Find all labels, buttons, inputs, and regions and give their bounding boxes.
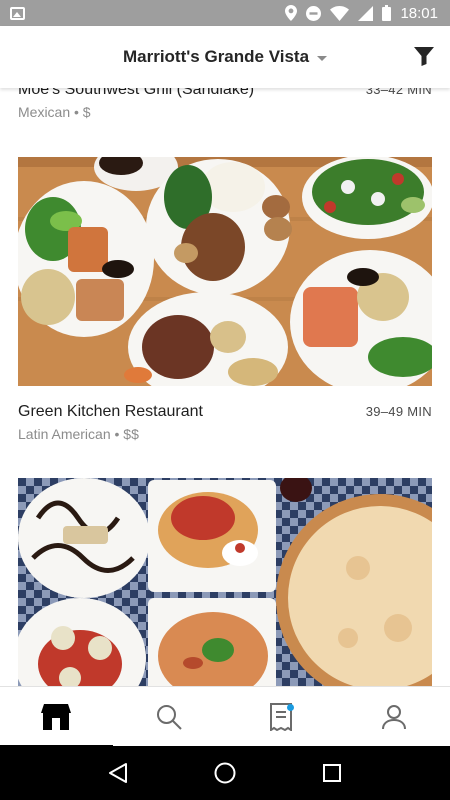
back-icon: [109, 763, 128, 783]
restaurant-card[interactable]: Moe's Southwest Grill (Sandlake) 33–42 M…: [18, 88, 432, 121]
location-picker[interactable]: Marriott's Grande Vista: [122, 47, 328, 67]
filter-icon: [414, 47, 434, 66]
status-bar: 18:01: [0, 0, 450, 26]
restaurant-name: Green Kitchen Restaurant: [18, 403, 203, 420]
restaurant-card[interactable]: Green Kitchen Restaurant 39–49 MIN Latin…: [18, 157, 432, 443]
status-right: 18:01: [285, 5, 438, 22]
restaurant-photo: [18, 478, 432, 686]
system-nav-bar: [0, 746, 450, 800]
recents-icon: [322, 764, 341, 782]
location-title: Marriott's Grande Vista: [122, 47, 310, 66]
restaurant-feed[interactable]: Moe's Southwest Grill (Sandlake) 33–42 M…: [0, 88, 450, 686]
status-left: [10, 6, 25, 20]
bottom-nav: [0, 686, 450, 747]
restaurant-info: Green Kitchen Restaurant 39–49 MIN: [18, 402, 432, 422]
home-button[interactable]: [210, 758, 240, 788]
app-header: Marriott's Grande Vista: [0, 26, 450, 88]
battery-icon: [382, 5, 392, 21]
nav-account[interactable]: [338, 687, 450, 747]
nav-search[interactable]: [113, 687, 226, 747]
home-icon: [41, 703, 72, 730]
do-not-disturb-icon: [306, 5, 322, 21]
restaurant-meta: Mexican • $: [18, 104, 91, 120]
nav-orders[interactable]: [225, 687, 338, 747]
home-circle-icon: [214, 762, 236, 784]
restaurant-eta: 33–42 MIN: [365, 88, 432, 97]
wifi-icon: [330, 5, 350, 21]
signal-icon: [358, 5, 374, 21]
restaurant-info: Moe's Southwest Grill (Sandlake) 33–42 M…: [18, 88, 432, 100]
restaurant-eta: 39–49 MIN: [365, 404, 432, 419]
restaurant-card[interactable]: [18, 478, 432, 686]
restaurant-name: Moe's Southwest Grill (Sandlake): [18, 88, 255, 98]
location-icon: [285, 5, 298, 21]
nav-home[interactable]: [0, 687, 113, 747]
restaurant-photo: [18, 157, 432, 386]
notification-badge: [287, 703, 294, 711]
gallery-icon: [10, 6, 25, 20]
recents-button[interactable]: [317, 758, 347, 788]
status-time: 18:01: [400, 4, 438, 22]
back-button[interactable]: [103, 758, 133, 788]
account-icon: [381, 704, 406, 729]
restaurant-meta: Latin American • $$: [18, 426, 139, 442]
filter-button[interactable]: [414, 46, 434, 66]
search-icon: [156, 704, 182, 730]
chevron-down-icon: [317, 55, 328, 61]
